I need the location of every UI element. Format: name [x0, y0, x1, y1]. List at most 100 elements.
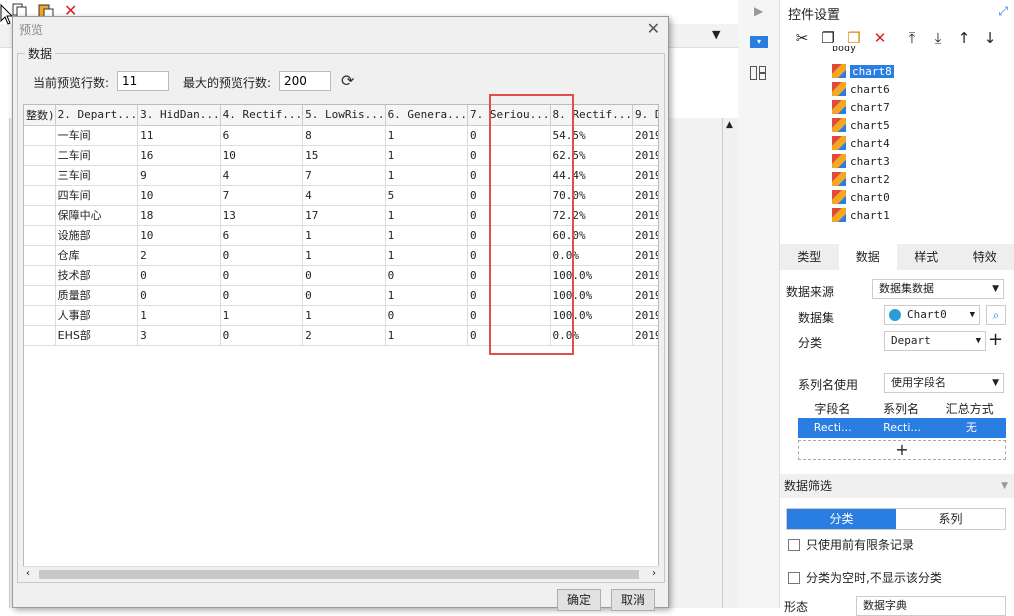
tree-item-chart2[interactable]: chart2 — [832, 170, 890, 188]
canvas-divider — [722, 118, 723, 608]
limit-records-checkbox[interactable]: 只使用前有限条记录 — [788, 536, 914, 553]
table-cell: 0 — [220, 265, 302, 285]
canvas-scrollbar[interactable]: ▲ — [724, 118, 738, 608]
table-cell: 2019/11/0... — [633, 205, 659, 225]
max-rows-input[interactable] — [279, 71, 331, 91]
column-header[interactable]: 9. Dtime(... — [633, 105, 659, 125]
layout-icon[interactable] — [750, 66, 766, 80]
delete-icon[interactable]: ✕ — [870, 28, 890, 48]
table-cell: 16 — [138, 145, 220, 165]
table-cell: 保障中心 — [55, 205, 137, 225]
pin-icon[interactable]: ⤢ — [998, 4, 1008, 19]
dialog-title: 预览 — [19, 21, 43, 38]
move-up-icon[interactable]: ↑ — [954, 28, 974, 48]
scroll-right-icon[interactable]: › — [652, 568, 656, 579]
segment-category[interactable]: 分类 — [787, 509, 896, 529]
table-cell: 2019/11/0... — [633, 265, 659, 285]
tree-item-chart8[interactable]: chart8 — [832, 62, 894, 80]
table-cell: 2019/11/0... — [633, 165, 659, 185]
tree-item-chart1[interactable]: chart1 — [832, 206, 890, 224]
move-top-icon[interactable]: ⤒ — [902, 28, 922, 48]
table-cell: 2019/11/0... — [633, 245, 659, 265]
tree-item-chart4[interactable]: chart4 — [832, 134, 890, 152]
tree-item-chart0[interactable]: chart0 — [832, 188, 890, 206]
chart-icon — [832, 136, 846, 150]
tab-data[interactable]: 数据 — [839, 244, 898, 270]
form-select[interactable]: 数据字典 — [856, 596, 1006, 616]
data-source-select[interactable]: 数据集数据▼ — [872, 279, 1004, 299]
add-icon[interactable]: + — [988, 329, 1003, 350]
grid-cell: Recti... — [798, 418, 867, 438]
close-icon[interactable]: ✕ — [647, 19, 660, 38]
move-down-icon[interactable]: ↓ — [980, 28, 1000, 48]
series-grid-row[interactable]: Recti... Recti... 无 — [798, 418, 1006, 438]
table-cell: 0 — [385, 305, 467, 325]
horizontal-scrollbar[interactable]: ‹ › — [23, 566, 659, 582]
table-cell — [24, 265, 55, 285]
scroll-left-icon[interactable]: ‹ — [26, 568, 30, 579]
table-cell: 1 — [385, 285, 467, 305]
tree-item-chart6[interactable]: chart6 — [832, 80, 890, 98]
column-header[interactable]: 3. HidDan... — [138, 105, 220, 125]
expand-arrow-icon[interactable]: ▶ — [754, 4, 763, 18]
dropdown-arrow-icon[interactable]: ▼ — [712, 28, 720, 41]
table-cell: 5 — [385, 185, 467, 205]
table-cell: 0 — [138, 285, 220, 305]
tree-root[interactable]: body — [832, 46, 856, 54]
tab-effect[interactable]: 特效 — [956, 244, 1014, 270]
segment-series[interactable]: 系列 — [896, 509, 1005, 529]
tab-type[interactable]: 类型 — [780, 244, 839, 270]
widget-settings-panel: 控件设置 ⤢ ✂ ❐ ❒ ✕ ⤒ ⤓ ↑ ↓ body 类型 数据 样式 特效 … — [780, 0, 1014, 608]
max-rows-label: 最大的预览行数: — [183, 74, 271, 91]
table-cell: 1 — [385, 245, 467, 265]
column-header[interactable]: 4. Rectif... — [220, 105, 302, 125]
cut-icon[interactable]: ✂ — [792, 28, 812, 48]
column-header[interactable]: 整数) — [24, 105, 55, 125]
table-cell: 人事部 — [55, 305, 137, 325]
tree-item-chart7[interactable]: chart7 — [832, 98, 890, 116]
chart-icon — [832, 100, 846, 114]
move-bottom-icon[interactable]: ⤓ — [928, 28, 948, 48]
add-series-button[interactable]: + — [798, 440, 1006, 460]
tree-item-chart5[interactable]: chart5 — [832, 116, 890, 134]
table-cell: 4 — [303, 185, 385, 205]
table-cell: 1 — [385, 165, 467, 185]
table-cell: 4 — [220, 165, 302, 185]
table-cell: 17 — [303, 205, 385, 225]
series-name-select[interactable]: 使用字段名▼ — [884, 373, 1004, 393]
table-cell: 2019/11/0... — [633, 285, 659, 305]
dataset-select[interactable]: Chart0▼ — [884, 305, 980, 325]
widget-settings-icon[interactable]: ▾ — [750, 36, 768, 48]
tree-item-label: chart0 — [850, 191, 890, 204]
column-header[interactable]: 5. LowRis... — [303, 105, 385, 125]
table-cell: 0 — [303, 265, 385, 285]
hide-empty-category-checkbox[interactable]: 分类为空时,不显示该分类 — [788, 569, 942, 586]
table-cell: 二车间 — [55, 145, 137, 165]
table-cell: 质量部 — [55, 285, 137, 305]
table-cell — [24, 165, 55, 185]
chevron-down-icon: ▼ — [992, 374, 999, 392]
table-cell: 仓库 — [55, 245, 137, 265]
tree-item-label: chart4 — [850, 137, 890, 150]
chevron-down-icon: ▼ — [992, 280, 999, 298]
column-header[interactable]: 2. Depart... — [55, 105, 137, 125]
paste-icon[interactable]: ❒ — [844, 28, 864, 48]
table-cell: 2019/11/0... — [633, 325, 659, 345]
table-cell — [24, 245, 55, 265]
data-filter-header[interactable]: 数据筛选▼ — [780, 474, 1014, 498]
tab-style[interactable]: 样式 — [897, 244, 956, 270]
chevron-down-icon: ▼ — [976, 332, 981, 350]
current-rows-input[interactable] — [117, 71, 169, 91]
column-header[interactable]: 6. Genera... — [385, 105, 467, 125]
scroll-thumb[interactable] — [39, 570, 639, 579]
dataset-label: 数据集 — [798, 309, 834, 326]
table-cell: 2019/11/0... — [633, 145, 659, 165]
refresh-icon[interactable]: ⟳ — [341, 71, 354, 90]
search-icon[interactable]: ⌕ — [986, 305, 1006, 325]
copy-icon[interactable]: ❐ — [818, 28, 838, 48]
table-cell: EHS部 — [55, 325, 137, 345]
table-cell: 15 — [303, 145, 385, 165]
category-select[interactable]: Depart▼ — [884, 331, 986, 351]
table-cell — [24, 125, 55, 145]
tree-item-chart3[interactable]: chart3 — [832, 152, 890, 170]
